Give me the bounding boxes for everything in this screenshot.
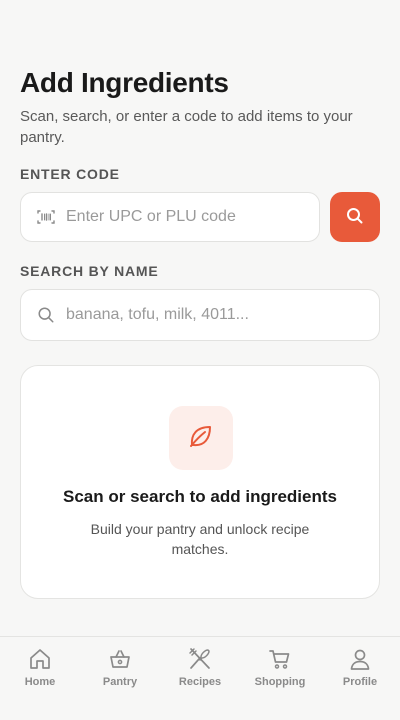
- add-ingredients-screen: Add Ingredients Scan, search, or enter a…: [0, 0, 400, 720]
- search-by-name-label: SEARCH BY NAME: [20, 263, 159, 279]
- tab-pantry[interactable]: Pantry: [80, 637, 160, 720]
- bottom-tab-bar: Home Pantry Recipes Shopping Profile: [0, 636, 400, 720]
- utensils-icon: [187, 646, 213, 672]
- tab-label: Recipes: [178, 676, 222, 688]
- name-search-container[interactable]: [20, 289, 380, 341]
- empty-state-text: Build your pantry and unlock recipe matc…: [90, 521, 310, 557]
- name-search-input[interactable]: [66, 290, 379, 340]
- empty-state-card: Scan or search to add ingredients Build …: [20, 365, 380, 599]
- empty-state-title: Scan or search to add ingredients: [63, 487, 337, 506]
- tab-home[interactable]: Home: [0, 637, 80, 720]
- person-icon: [347, 646, 373, 672]
- search-icon: [345, 206, 365, 229]
- barcode-icon: [36, 207, 56, 227]
- home-icon: [27, 646, 53, 672]
- code-search-button[interactable]: [330, 192, 380, 242]
- tab-profile[interactable]: Profile: [320, 637, 400, 720]
- tab-label: Pantry: [102, 676, 138, 688]
- cart-icon: [267, 646, 293, 672]
- tab-recipes[interactable]: Recipes: [160, 637, 240, 720]
- page-subtitle: Scan, search, or enter a code to add ite…: [20, 108, 353, 146]
- code-input-container[interactable]: [20, 192, 320, 242]
- enter-code-label: ENTER CODE: [20, 166, 120, 182]
- code-input[interactable]: [66, 193, 319, 241]
- tab-label: Shopping: [254, 676, 306, 688]
- leaf-icon-tile: [169, 406, 233, 470]
- tab-shopping[interactable]: Shopping: [240, 637, 320, 720]
- tab-label: Home: [24, 676, 56, 688]
- tab-label: Profile: [342, 676, 378, 688]
- basket-icon: [107, 646, 133, 672]
- search-icon: [36, 305, 56, 325]
- leaf-icon: [186, 421, 216, 456]
- page-title: Add Ingredients: [20, 67, 229, 98]
